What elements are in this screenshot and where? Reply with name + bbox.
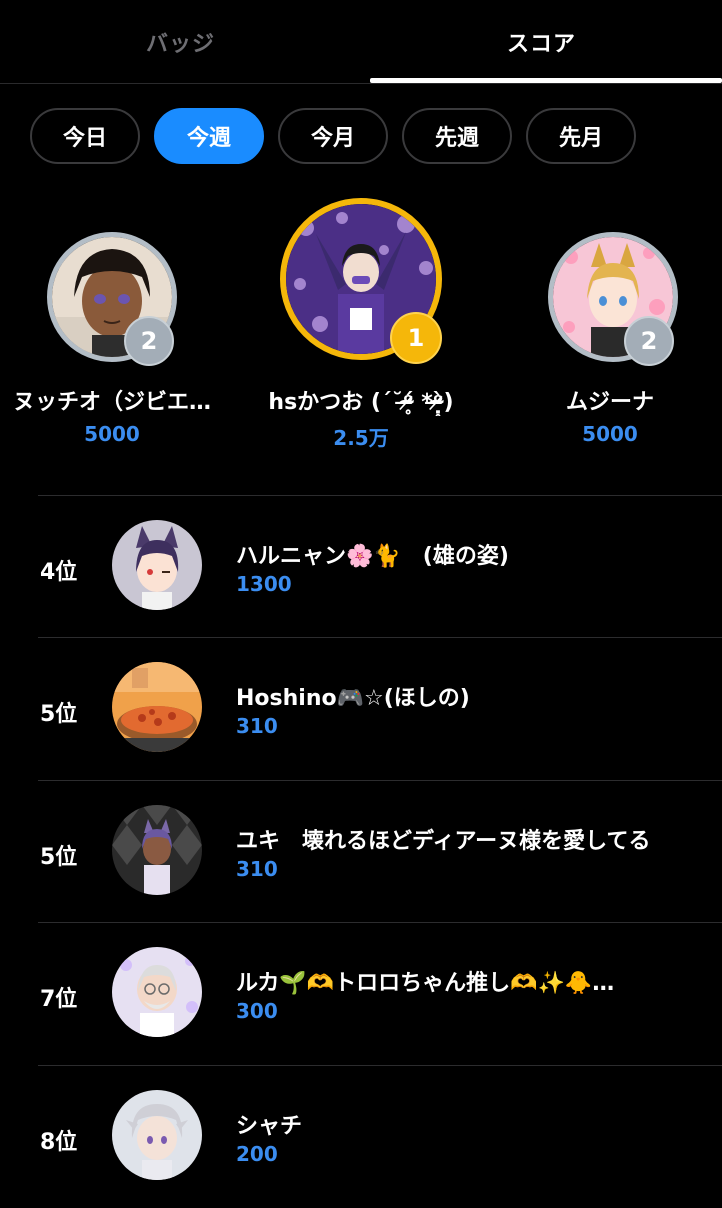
user-score: 1300 [236,572,292,596]
ranking-row[interactable]: 7位 ルカ🌱🫶トロロちゃん推し🫶✨🐥… 300 [0,923,722,1065]
user-score: 310 [236,857,278,881]
rank-label: 4位 [40,560,78,585]
rank-label: 5位 [40,845,78,870]
avatar[interactable] [112,662,202,752]
filter-last-week[interactable]: 先週 [402,108,512,164]
filter-today[interactable]: 今日 [30,108,140,164]
filter-this-week[interactable]: 今週 [154,108,264,164]
rank-label: 7位 [40,987,78,1012]
filter-last-month[interactable]: 先月 [526,108,636,164]
rank-label: 5位 [40,702,78,727]
podium-name: ムジーナ [565,390,654,415]
avatar[interactable] [112,1090,202,1180]
ranking-row[interactable]: 5位 ユキ 壊れるほどディアーヌ様を愛してる 310 [0,781,722,923]
rank-badge: 1 [390,312,442,364]
user-name: ハルニャン🌸🐈 (雄の姿) [236,544,509,569]
ranking-row[interactable]: 4位 ハルニャン🌸🐈 (雄の姿) 1300 [0,496,722,638]
podium-score: 2.5万 [333,426,389,450]
ranking-row[interactable]: 5位 Hoshino🎮☆(ほしの) 310 [0,638,722,780]
rank-badge: 2 [124,316,174,366]
user-name: シャチ [236,1114,303,1139]
avatar[interactable] [112,805,202,895]
avatar[interactable] [112,947,202,1037]
podium-score: 5000 [582,422,638,446]
user-score: 300 [236,999,278,1023]
tab-score[interactable]: スコア [361,0,722,84]
tab-badges[interactable]: バッジ [0,0,361,84]
ranking-row[interactable]: 8位 シャチ 200 [0,1066,722,1208]
period-filter-bar: 今日 今週 今月 先週 先月 [0,108,722,164]
user-name: Hoshino🎮☆(ほしの) [236,686,470,711]
user-name: ルカ🌱🫶トロロちゃん推し🫶✨🐥… [236,971,615,996]
podium-score: 5000 [84,422,140,446]
user-score: 310 [236,714,278,738]
podium-name: ヌッチオ（ジビエ… [12,390,211,415]
user-name: ユキ 壊れるほどディアーヌ様を愛してる [236,829,651,854]
rank-label: 8位 [40,1130,78,1155]
user-score: 200 [236,1142,278,1166]
rank-badge: 2 [624,316,674,366]
avatar[interactable] [112,520,202,610]
top-tab-bar: バッジ スコア [0,0,722,84]
podium-name: hsかつお (ˊ˘ᵒ̴̶̷̥́ *ᵒ̴̶̷̣̥̀) [268,390,454,415]
filter-this-month[interactable]: 今月 [278,108,388,164]
tab-active-indicator [370,78,722,83]
